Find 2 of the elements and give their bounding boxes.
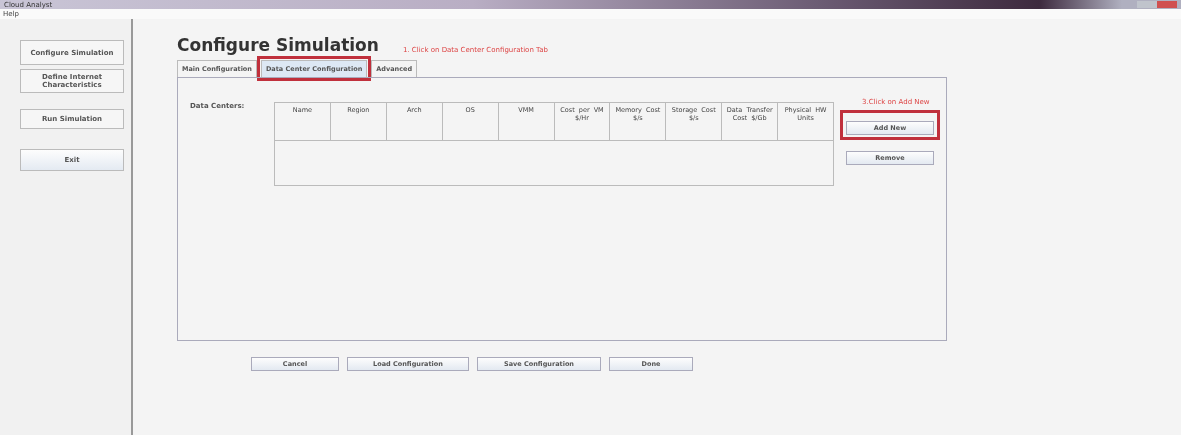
window-controls[interactable] [1137, 1, 1177, 8]
page-heading: Configure Simulation [177, 35, 379, 55]
